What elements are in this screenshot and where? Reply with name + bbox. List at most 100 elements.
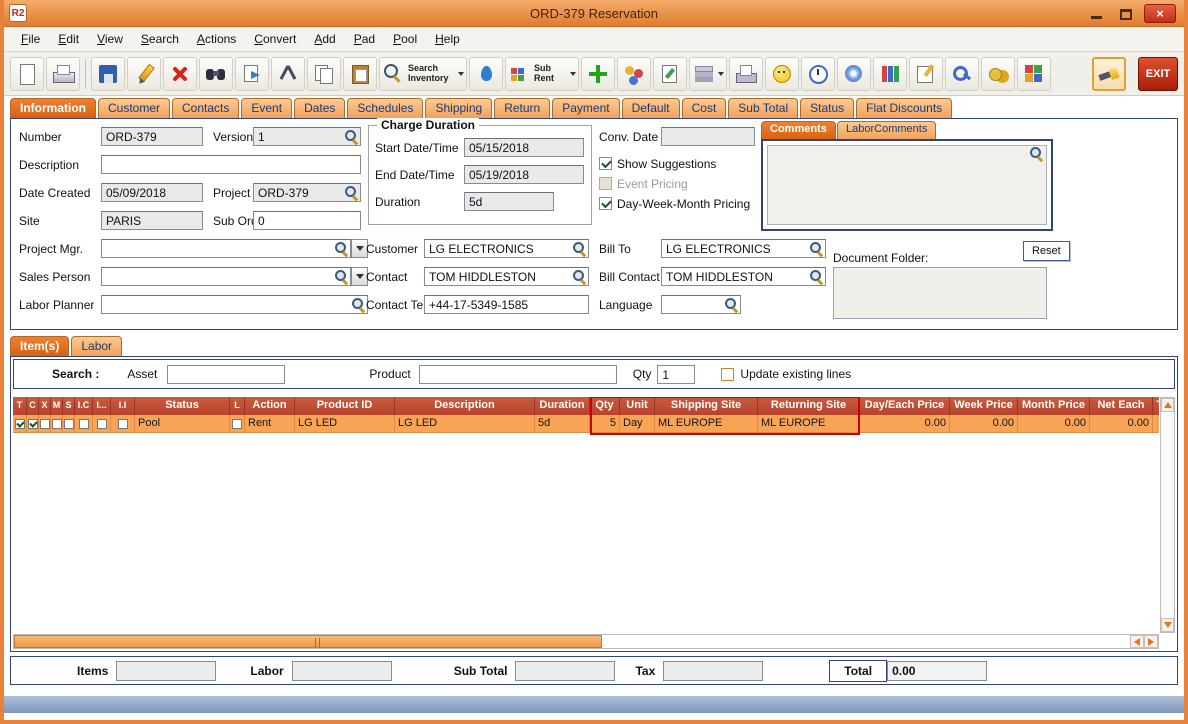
- labor-comments-tab[interactable]: LaborComments: [837, 121, 937, 139]
- col-header[interactable]: S: [63, 397, 75, 415]
- asset-input[interactable]: [167, 364, 286, 384]
- tab-return[interactable]: Return: [494, 98, 551, 118]
- sales-person-field[interactable]: [101, 267, 351, 286]
- col-header-week-price[interactable]: Week Price: [950, 397, 1018, 415]
- show-suggestions-checkbox[interactable]: [599, 157, 612, 170]
- tab-cost[interactable]: Cost: [681, 98, 727, 118]
- update-existing-lines-checkbox[interactable]: [721, 367, 735, 381]
- library-button[interactable]: [873, 56, 907, 91]
- version-field[interactable]: 1: [253, 127, 361, 146]
- search-icon[interactable]: [725, 298, 738, 311]
- col-header[interactable]: I.I: [111, 397, 135, 415]
- col-header-unit[interactable]: Unit: [620, 397, 655, 415]
- find-button[interactable]: [199, 56, 233, 91]
- search-icon[interactable]: [810, 270, 823, 283]
- print-button[interactable]: [46, 56, 80, 91]
- search-icon[interactable]: [573, 242, 586, 255]
- row-checkbox-c[interactable]: [27, 418, 38, 429]
- customer-field[interactable]: LG ELECTRONICS: [424, 239, 589, 258]
- scroll-left-button[interactable]: [1130, 635, 1144, 648]
- row-checkbox-i[interactable]: [96, 418, 107, 429]
- tab-event[interactable]: Event: [241, 98, 293, 118]
- col-header-net-each[interactable]: Net Each: [1090, 397, 1153, 415]
- search-icon[interactable]: [352, 298, 365, 311]
- row-checkbox-m[interactable]: [51, 418, 62, 429]
- minimize-button[interactable]: [1084, 5, 1108, 22]
- tab-information[interactable]: Information: [10, 98, 96, 118]
- col-header-month-price[interactable]: Month Price: [1018, 397, 1090, 415]
- qty-input[interactable]: 1: [657, 364, 696, 384]
- row-checkbox-s[interactable]: [63, 418, 74, 429]
- horizontal-scrollbar[interactable]: [13, 634, 1159, 649]
- scrollbar-thumb[interactable]: [14, 635, 602, 648]
- tab-dates[interactable]: Dates: [294, 98, 346, 118]
- search-icon[interactable]: [345, 186, 358, 199]
- edit-button[interactable]: [127, 56, 161, 91]
- search-icon[interactable]: [335, 270, 348, 283]
- comments-tab[interactable]: Comments: [761, 121, 836, 139]
- row-checkbox-l[interactable]: [232, 418, 242, 429]
- product-input[interactable]: [418, 364, 617, 384]
- disc-button[interactable]: [837, 56, 871, 91]
- project-mgr-field[interactable]: [101, 239, 351, 258]
- flashlight-button[interactable]: [1092, 56, 1126, 91]
- cell-total[interactable]: [1153, 415, 1159, 433]
- end-date-field[interactable]: 05/19/2018: [464, 165, 584, 184]
- col-header[interactable]: M: [51, 397, 63, 415]
- cell-unit[interactable]: Day: [620, 415, 655, 433]
- vertical-scrollbar[interactable]: [1160, 397, 1175, 633]
- search-icon[interactable]: [810, 242, 823, 255]
- tab-customer[interactable]: Customer: [98, 98, 171, 118]
- tab-schedules[interactable]: Schedules: [347, 98, 424, 118]
- col-header-product-id[interactable]: Product ID: [295, 397, 395, 415]
- col-header-returning-site[interactable]: Returning Site: [758, 397, 860, 415]
- tab-payment[interactable]: Payment: [552, 98, 620, 118]
- language-field[interactable]: [661, 295, 741, 314]
- menu-add[interactable]: Add: [305, 29, 344, 49]
- col-header[interactable]: L: [230, 397, 245, 415]
- menu-help[interactable]: Help: [426, 29, 469, 49]
- menu-view[interactable]: View: [88, 29, 132, 49]
- tab-status[interactable]: Status: [800, 98, 855, 118]
- exit-button[interactable]: EXIT: [1138, 56, 1178, 91]
- menu-file[interactable]: File: [12, 29, 49, 49]
- modules-button[interactable]: [1017, 56, 1051, 91]
- cell-month-price[interactable]: 0.00: [1018, 415, 1090, 433]
- comments-textarea[interactable]: [767, 145, 1047, 225]
- row-checkbox-x[interactable]: [39, 418, 50, 429]
- scroll-down-button[interactable]: [1161, 618, 1174, 632]
- scroll-up-button[interactable]: [1161, 398, 1174, 412]
- notepad-button[interactable]: [909, 56, 943, 91]
- menu-convert[interactable]: Convert: [245, 29, 305, 49]
- menu-actions[interactable]: Actions: [188, 29, 245, 49]
- col-header[interactable]: C: [27, 397, 39, 415]
- cell-net-each[interactable]: 0.00: [1090, 415, 1153, 433]
- search-inventory-button[interactable]: Search Inventory: [379, 56, 467, 91]
- site-field[interactable]: PARIS: [101, 211, 203, 230]
- col-header-action[interactable]: Action: [245, 397, 295, 415]
- event-pricing-checkbox[interactable]: [599, 177, 612, 190]
- col-header-duration[interactable]: Duration: [535, 397, 590, 415]
- conv-date-field[interactable]: [661, 127, 755, 146]
- cell-returning-site[interactable]: ML EUROPE: [758, 415, 860, 433]
- number-field[interactable]: ORD-379: [101, 127, 203, 146]
- copy-button[interactable]: [307, 56, 341, 91]
- edit-note-button[interactable]: [653, 56, 687, 91]
- security-button[interactable]: [945, 56, 979, 91]
- col-header-status[interactable]: Status: [135, 397, 230, 415]
- cell-day-each-price[interactable]: 0.00: [860, 415, 950, 433]
- new-document-button[interactable]: [10, 56, 44, 91]
- reset-button[interactable]: Reset: [1023, 241, 1070, 261]
- row-checkbox-t[interactable]: [14, 418, 25, 429]
- bill-contact-field[interactable]: TOM HIDDLESTON: [661, 267, 826, 286]
- ink-drop-button[interactable]: [469, 56, 503, 91]
- search-icon[interactable]: [1030, 147, 1043, 160]
- sub-rent-button[interactable]: Sub Rent: [505, 56, 579, 91]
- items-tab-labor[interactable]: Labor: [71, 336, 123, 356]
- cut-button[interactable]: [271, 56, 305, 91]
- paste-button[interactable]: [343, 56, 377, 91]
- cell-duration[interactable]: 5d: [535, 415, 590, 433]
- scroll-right-button[interactable]: [1144, 635, 1158, 648]
- contact-field[interactable]: TOM HIDDLESTON: [424, 267, 589, 286]
- col-header-description[interactable]: Description: [395, 397, 535, 415]
